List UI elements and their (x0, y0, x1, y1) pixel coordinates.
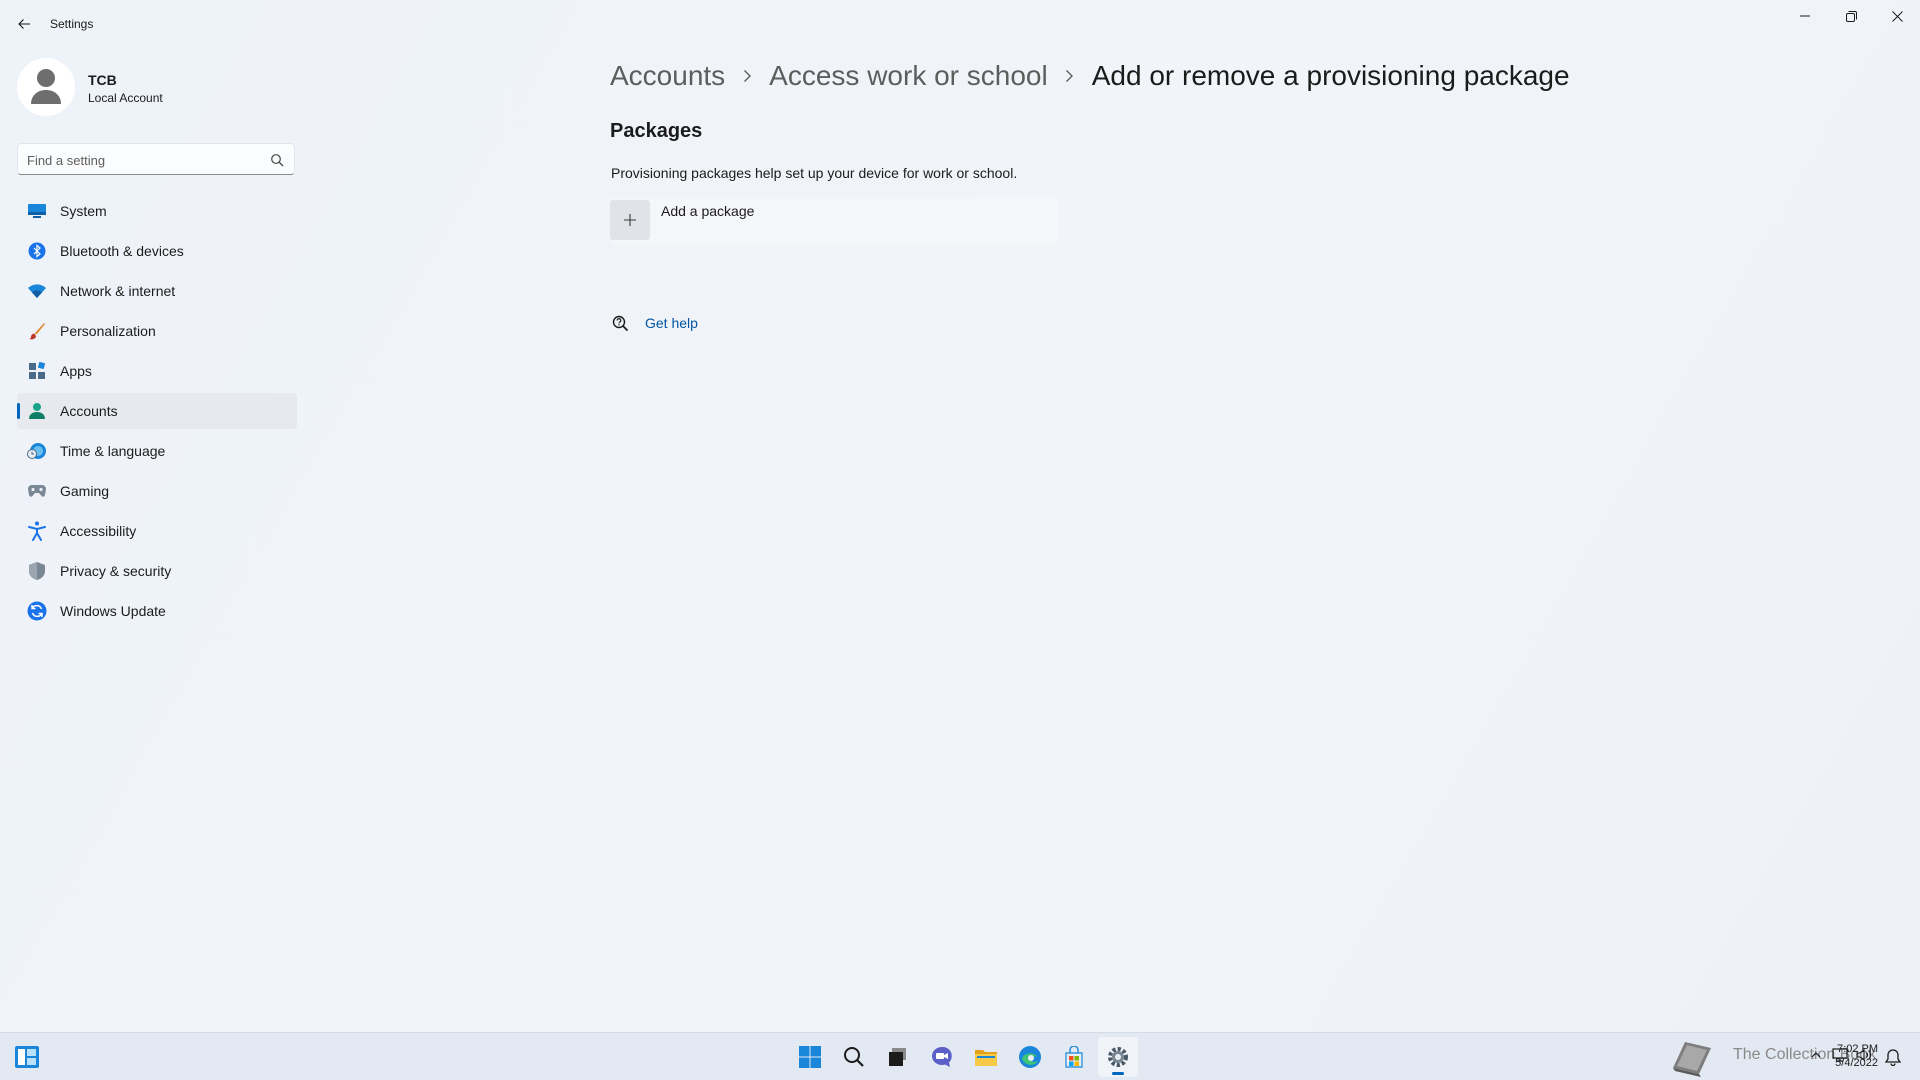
sidebar-item-label: Gaming (60, 483, 110, 499)
apps-icon (27, 362, 47, 380)
breadcrumb-accounts[interactable]: Accounts (610, 60, 725, 92)
system-clock[interactable]: 7:02 PM 5/4/2022 (1826, 1042, 1878, 1070)
restore-button[interactable] (1828, 0, 1874, 32)
sidebar-item-label: Bluetooth & devices (60, 243, 184, 259)
sidebar-item-windows-update[interactable]: Windows Update (17, 593, 297, 629)
back-button[interactable] (10, 10, 38, 38)
breadcrumb: Accounts Access work or school Add or re… (610, 56, 1570, 96)
search-icon (844, 1047, 864, 1067)
chevron-up-icon[interactable] (1807, 1046, 1825, 1064)
sidebar-item-personalization[interactable]: Personalization (17, 313, 297, 349)
windows-logo-icon (799, 1046, 821, 1068)
sidebar-item-label: Time & language (60, 443, 166, 459)
sidebar-item-apps[interactable]: Apps (17, 353, 297, 389)
sidebar-item-bluetooth-devices[interactable]: Bluetooth & devices (17, 233, 297, 269)
sidebar-item-privacy-security[interactable]: Privacy & security (17, 553, 297, 589)
search-icon[interactable] (270, 153, 284, 167)
globe-clock-icon (27, 442, 47, 460)
settings-taskbar-button[interactable] (1098, 1037, 1138, 1077)
sidebar-item-network-internet[interactable]: Network & internet (17, 273, 297, 309)
monitor-icon (27, 202, 47, 220)
close-icon (1891, 10, 1903, 22)
back-arrow-icon (18, 19, 30, 29)
update-icon (27, 601, 47, 621)
close-button[interactable] (1874, 0, 1920, 32)
taskbar-apps (790, 1037, 1138, 1077)
start-button[interactable] (790, 1037, 830, 1077)
get-help-link[interactable]: Get help (610, 313, 698, 333)
edge-icon (1019, 1046, 1041, 1068)
chevron-right-icon (725, 69, 769, 83)
sidebar-item-label: Accounts (60, 403, 118, 419)
profile-account-type: Local Account (88, 91, 163, 105)
book-icon (1673, 1042, 1711, 1077)
settings-window: Settings TCB Local Account System (0, 0, 1920, 1032)
sidebar-item-label: Privacy & security (60, 563, 172, 579)
sidebar-nav: System Bluetooth & devices Network & int… (17, 193, 297, 633)
user-profile[interactable]: TCB Local Account (17, 58, 277, 118)
chat-button[interactable] (922, 1037, 962, 1077)
notification-bell-icon[interactable] (1884, 1048, 1902, 1066)
search-input[interactable] (27, 150, 257, 170)
add-package-label: Add a package (661, 203, 755, 219)
edge-browser-button[interactable] (1010, 1037, 1050, 1077)
minimize-button[interactable] (1782, 0, 1828, 32)
minimize-icon (1800, 15, 1810, 17)
sidebar-item-label: Network & internet (60, 283, 176, 299)
section-title: Packages (610, 120, 703, 142)
get-help-label: Get help (645, 315, 698, 331)
teams-chat-icon (932, 1046, 952, 1067)
gear-icon (1108, 1047, 1128, 1067)
add-package-button[interactable]: Add a package (610, 197, 1058, 245)
search-box (17, 143, 295, 175)
store-button[interactable] (1054, 1037, 1094, 1077)
sidebar-item-label: System (60, 203, 107, 219)
profile-name: TCB (88, 72, 117, 88)
sidebar-item-label: Apps (60, 363, 92, 379)
plus-icon (610, 200, 650, 240)
shield-icon (27, 562, 47, 580)
clock-time: 7:02 PM (1837, 1043, 1878, 1055)
task-view-icon (889, 1048, 906, 1066)
help-person-icon (610, 313, 630, 333)
wifi-icon (27, 282, 47, 300)
controller-icon (27, 482, 47, 500)
search-taskbar-button[interactable] (834, 1037, 874, 1077)
breadcrumb-access-work-school[interactable]: Access work or school (769, 60, 1048, 92)
sidebar-item-label: Windows Update (60, 603, 166, 619)
store-icon (1065, 1046, 1083, 1068)
sidebar-item-accessibility[interactable]: Accessibility (17, 513, 297, 549)
file-explorer-button[interactable] (966, 1037, 1006, 1077)
sidebar-item-label: Personalization (60, 323, 156, 339)
system-tray: The Collection Book (1665, 1032, 1920, 1080)
widgets-button[interactable] (14, 1045, 40, 1069)
widgets-icon (15, 1046, 39, 1068)
sidebar-item-time-language[interactable]: Time & language (17, 433, 297, 469)
person-icon (27, 402, 47, 420)
bluetooth-icon (27, 242, 47, 260)
app-title: Settings (50, 17, 94, 31)
sidebar-item-label: Accessibility (60, 523, 137, 539)
sidebar-item-accounts[interactable]: Accounts (17, 393, 297, 429)
brush-icon (27, 322, 47, 340)
section-description: Provisioning packages help set up your d… (611, 165, 1018, 181)
title-bar: Settings (0, 0, 1920, 48)
chevron-right-icon (1048, 69, 1092, 83)
restore-icon (1845, 10, 1857, 22)
page-title: Add or remove a provisioning package (1091, 60, 1570, 91)
accessibility-icon (27, 521, 47, 541)
folder-icon (975, 1050, 997, 1066)
taskbar (0, 1032, 1920, 1080)
clock-date: 5/4/2022 (1835, 1057, 1878, 1069)
user-silhouette-icon (31, 69, 61, 104)
sidebar-item-system[interactable]: System (17, 193, 297, 229)
sidebar-item-gaming[interactable]: Gaming (17, 473, 297, 509)
task-view-button[interactable] (878, 1037, 918, 1077)
avatar (17, 58, 75, 116)
